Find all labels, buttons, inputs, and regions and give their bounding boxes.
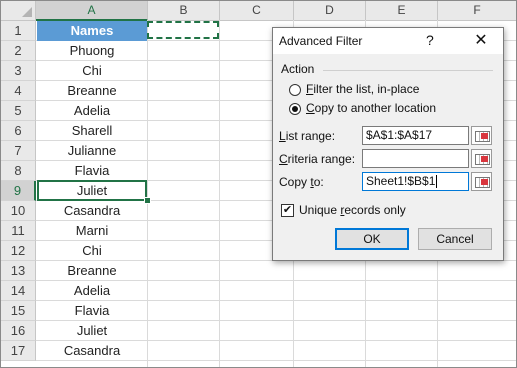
unique-records-label[interactable]: Unique records only xyxy=(299,203,406,217)
cell-a12[interactable]: Chi xyxy=(37,241,147,261)
column-header-f[interactable]: F xyxy=(438,1,516,20)
row-header[interactable]: 2 xyxy=(1,41,36,61)
group-divider xyxy=(323,70,493,71)
advanced-filter-dialog: Advanced Filter ? ✕ Action Filter the li… xyxy=(272,27,504,261)
gridline xyxy=(147,20,148,367)
filter-in-place-label[interactable]: Filter the list, in-place xyxy=(306,82,419,96)
row-header[interactable]: 1 xyxy=(1,21,36,41)
cell-a9-selected[interactable]: Juliet xyxy=(37,180,147,201)
select-all-button[interactable] xyxy=(1,1,36,20)
cell-a11[interactable]: Marni xyxy=(37,221,147,241)
row-header[interactable]: 15 xyxy=(1,301,36,321)
list-range-input[interactable]: $A$1:$A$17 xyxy=(362,126,469,145)
column-header-e[interactable]: E xyxy=(366,1,438,20)
label-text: opy to another location xyxy=(314,101,437,115)
excel-window: A B C D E F 1 2 3 4 5 6 7 8 9 10 11 12 1… xyxy=(0,0,517,368)
help-icon[interactable]: ? xyxy=(426,32,434,48)
cell-a8[interactable]: Flavia xyxy=(37,161,147,181)
copy-target-marquee xyxy=(147,21,219,39)
ok-button[interactable]: OK xyxy=(335,228,409,250)
row-header[interactable]: 7 xyxy=(1,141,36,161)
row-header[interactable]: 3 xyxy=(1,61,36,81)
cell-a3[interactable]: Chi xyxy=(37,61,147,81)
hotkey-letter: L xyxy=(279,129,286,143)
cell-a17[interactable]: Casandra xyxy=(37,341,147,361)
row-header[interactable]: 12 xyxy=(1,241,36,261)
copy-to-label: Copy to: xyxy=(279,175,324,189)
action-group-label: Action xyxy=(281,62,315,76)
cell-a13[interactable]: Breanne xyxy=(37,261,147,281)
hotkey-letter: C xyxy=(279,152,288,166)
row-header[interactable]: 11 xyxy=(1,221,36,241)
label-text: o: xyxy=(313,175,324,189)
label-text: Copy xyxy=(279,175,311,189)
label-text: ist range: xyxy=(285,129,336,143)
row-header[interactable]: 14 xyxy=(1,281,36,301)
radio-selected-dot xyxy=(292,106,298,112)
fill-handle[interactable] xyxy=(144,197,151,204)
cell-a16[interactable]: Juliet xyxy=(37,321,147,341)
list-range-label: List range: xyxy=(279,129,335,143)
cell-a7[interactable]: Julianne xyxy=(37,141,147,161)
column-header-a[interactable]: A xyxy=(36,1,148,21)
cell-a14[interactable]: Adelia xyxy=(37,281,147,301)
row-header-active[interactable]: 9 xyxy=(1,181,36,201)
cell-a2[interactable]: Phuong xyxy=(37,41,147,61)
unique-records-checkbox[interactable]: ✔ xyxy=(281,204,294,217)
range-selector-icon-accent xyxy=(481,156,488,162)
cell-a1-header[interactable]: Names xyxy=(37,21,147,41)
row-header[interactable]: 8 xyxy=(1,161,36,181)
label-text: riteria range: xyxy=(287,152,356,166)
copy-to-collapse-button[interactable] xyxy=(471,172,492,191)
cell-a6[interactable]: Sharell xyxy=(37,121,147,141)
copy-to-input[interactable]: Sheet1!$B$1 xyxy=(362,172,469,191)
range-selector-icon-accent xyxy=(481,179,488,185)
row-header[interactable]: 17 xyxy=(1,341,36,361)
list-range-collapse-button[interactable] xyxy=(471,126,492,145)
close-icon[interactable]: ✕ xyxy=(470,30,492,50)
label-text: ecords only xyxy=(344,203,406,217)
cell-a5[interactable]: Adelia xyxy=(37,101,147,121)
column-header-b[interactable]: B xyxy=(148,1,220,20)
cell-a15[interactable]: Flavia xyxy=(37,301,147,321)
gridline xyxy=(219,20,220,367)
criteria-range-collapse-button[interactable] xyxy=(471,149,492,168)
text-caret xyxy=(436,175,438,189)
row-header[interactable]: 13 xyxy=(1,261,36,281)
label-text: ilter the list, in-place xyxy=(313,82,420,96)
copy-to-location-radio[interactable] xyxy=(289,103,301,115)
column-header-d[interactable]: D xyxy=(294,1,366,20)
row-header[interactable]: 5 xyxy=(1,101,36,121)
cell-a4[interactable]: Breanne xyxy=(37,81,147,101)
row-header[interactable]: 10 xyxy=(1,201,36,221)
dialog-title: Advanced Filter xyxy=(279,34,363,48)
select-all-triangle-icon xyxy=(22,7,32,17)
range-selector-icon-accent xyxy=(481,133,488,139)
copy-to-value: Sheet1!$B$1 xyxy=(366,174,436,188)
hotkey-letter: C xyxy=(306,101,315,115)
label-text: Unique xyxy=(299,203,341,217)
column-header-c[interactable]: C xyxy=(220,1,294,20)
copy-to-location-label[interactable]: Copy to another location xyxy=(306,101,436,115)
row-header[interactable]: 6 xyxy=(1,121,36,141)
criteria-range-label: Criteria range: xyxy=(279,152,355,166)
cancel-button[interactable]: Cancel xyxy=(418,228,492,250)
criteria-range-input[interactable] xyxy=(362,149,469,168)
cell-a10[interactable]: Casandra xyxy=(37,201,147,221)
row-header[interactable]: 16 xyxy=(1,321,36,341)
row-header[interactable]: 4 xyxy=(1,81,36,101)
filter-in-place-radio[interactable] xyxy=(289,84,301,96)
